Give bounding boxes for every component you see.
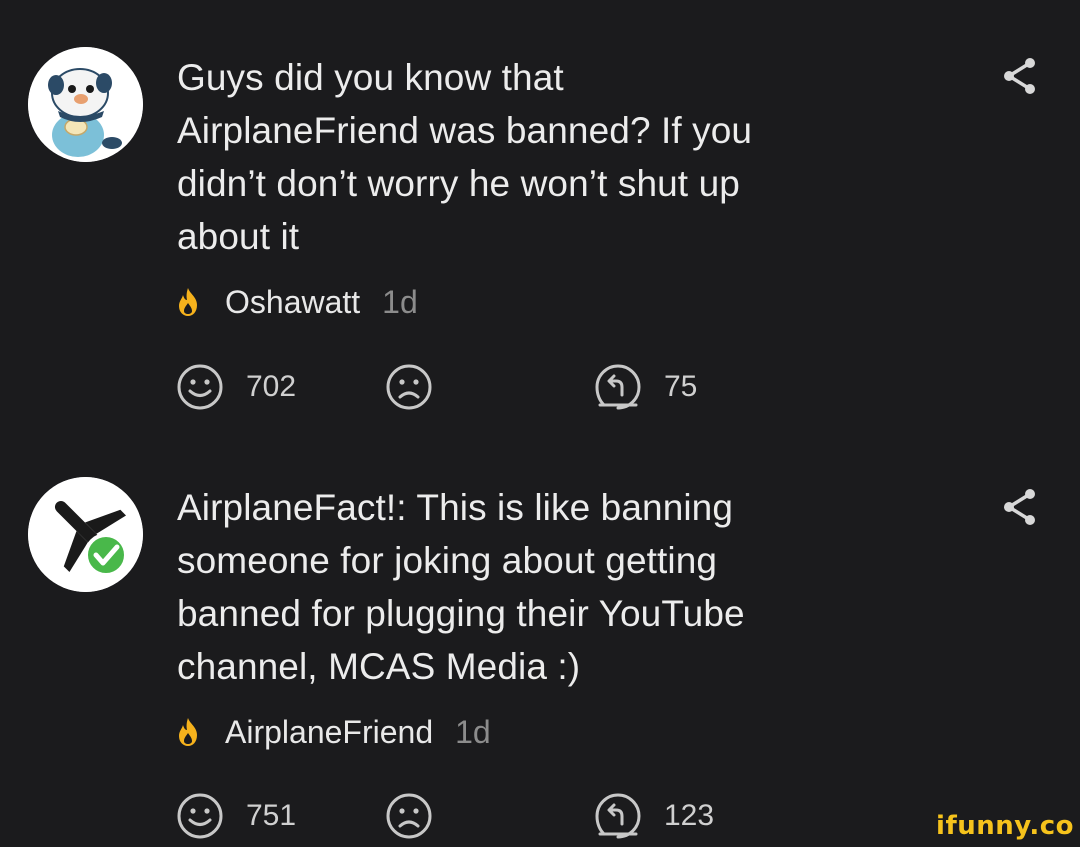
frown-icon xyxy=(386,364,432,410)
reply-icon xyxy=(595,364,641,410)
smile-icon xyxy=(177,364,223,410)
comment-body: AirplaneFact!: This is like banning some… xyxy=(177,481,897,693)
reply-icon xyxy=(595,793,641,839)
comment-meta: Oshawatt 1d xyxy=(175,282,418,322)
comment-text-line: about it xyxy=(177,216,300,257)
comment-text-line: channel, MCAS Media :) xyxy=(177,646,581,687)
comment-username[interactable]: AirplaneFriend xyxy=(225,714,433,751)
like-count: 751 xyxy=(246,799,297,832)
reply-button[interactable]: 123 xyxy=(594,791,714,841)
reply-button[interactable]: 75 xyxy=(594,362,697,412)
like-button[interactable]: 702 xyxy=(176,362,296,412)
reply-count: 75 xyxy=(664,370,698,403)
reply-count: 123 xyxy=(664,799,715,832)
comment-body: Guys did you know that AirplaneFriend wa… xyxy=(177,51,897,263)
dislike-button[interactable] xyxy=(385,362,433,412)
ifunny-watermark: ifunny.co xyxy=(936,811,1074,841)
comment-username[interactable]: Oshawatt xyxy=(225,284,360,321)
fire-icon xyxy=(179,288,197,316)
oshawatt-avatar[interactable] xyxy=(28,47,143,162)
airplane-verified-avatar[interactable] xyxy=(28,477,143,592)
smile-icon xyxy=(177,793,223,839)
comment-text-line: banned for plugging their YouTube xyxy=(177,593,745,634)
comment-actions: 702 75 xyxy=(0,362,1080,412)
comment-time: 1d xyxy=(382,283,418,320)
comment-meta: AirplaneFriend 1d xyxy=(175,712,491,752)
share-icon[interactable] xyxy=(1000,486,1040,528)
fire-icon xyxy=(179,718,197,746)
like-count: 702 xyxy=(246,370,297,403)
comment-text-line: someone for joking about getting xyxy=(177,540,718,581)
comment-text-line: didn’t don’t worry he won’t shut up xyxy=(177,163,740,204)
comment-text-line: Guys did you know that xyxy=(177,57,564,98)
dislike-button[interactable] xyxy=(385,791,433,841)
comment-actions: 751 123 xyxy=(0,791,1080,841)
comment-time: 1d xyxy=(455,713,491,750)
frown-icon xyxy=(386,793,432,839)
share-icon[interactable] xyxy=(1000,55,1040,97)
like-button[interactable]: 751 xyxy=(176,791,296,841)
comment-text-line: AirplaneFriend was banned? If you xyxy=(177,110,753,151)
comment-text-line: AirplaneFact!: This is like banning xyxy=(177,487,734,528)
